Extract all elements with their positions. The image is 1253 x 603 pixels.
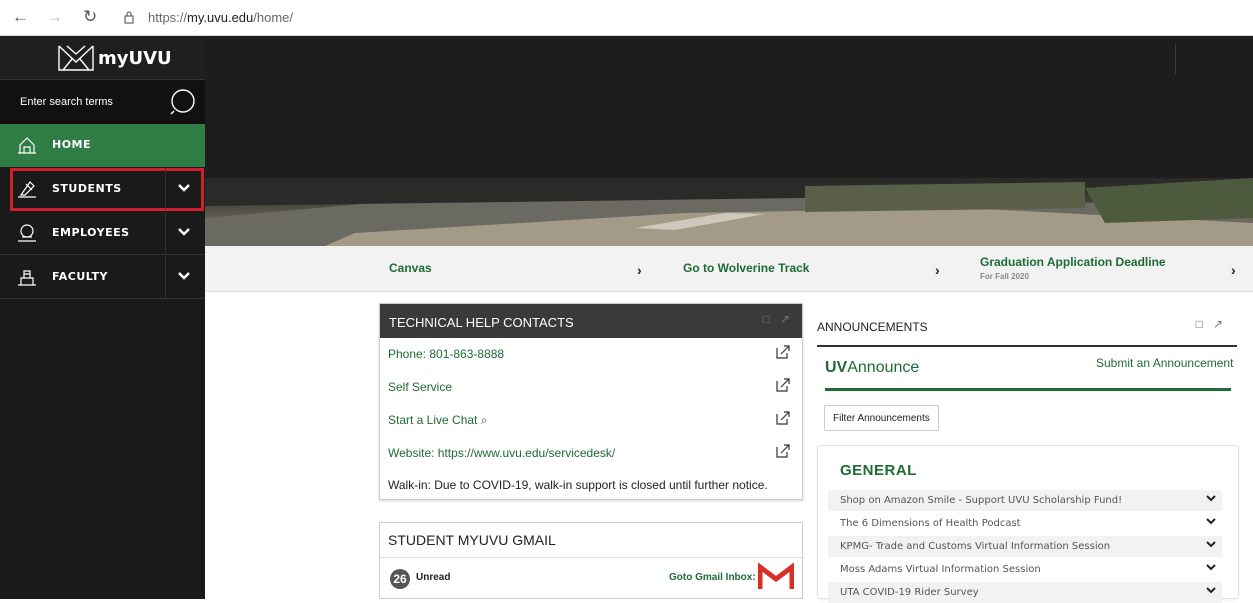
divider	[825, 388, 1231, 391]
list-item[interactable]: UTA COVID-19 Rider Survey	[828, 582, 1222, 603]
chevron-down-icon	[178, 228, 190, 236]
list-item[interactable]: The 6 Dimensions of Health Podcast	[828, 513, 1222, 534]
widget-title: TECHNICAL HELP CONTACTS	[389, 315, 574, 330]
chevron-down-icon	[1206, 518, 1216, 525]
home-icon	[18, 137, 36, 154]
unread-label: Unread	[416, 572, 451, 583]
uvannounce-logo: UVAnnounce	[825, 359, 920, 376]
sidebar-item-faculty[interactable]: FACULTY	[0, 256, 205, 299]
external-link-icon[interactable]	[776, 345, 790, 359]
widget-title: ANNOUNCEMENTS	[817, 320, 928, 334]
external-link-icon[interactable]	[776, 444, 790, 458]
expand-icon[interactable]: ↗	[1213, 317, 1223, 331]
canvas-link[interactable]: Canvas ›	[389, 246, 649, 292]
filter-announcements-button[interactable]: Filter Announcements	[824, 405, 939, 431]
search-input[interactable]	[0, 90, 160, 114]
sidebar-item-employees[interactable]: EMPLOYEES	[0, 212, 205, 255]
campus-photo	[205, 178, 1253, 246]
sidebar-item-label: FACULTY	[52, 270, 108, 283]
quick-links-bar: Canvas › Go to Wolverine Track › Graduat…	[205, 246, 1253, 292]
chevron-right-icon: ›	[637, 262, 642, 278]
browser-toolbar: ← → ↻ https://my.uvu.edu/home/	[0, 0, 1253, 36]
header-divider	[1175, 44, 1176, 74]
uvu-logo-icon	[58, 45, 94, 71]
live-chat-link[interactable]: Start a Live Chat ⌕	[388, 413, 487, 428]
sidebar-item-label: EMPLOYEES	[52, 226, 130, 239]
students-expand-button[interactable]	[165, 168, 205, 210]
logo-text: myUVU	[98, 48, 172, 69]
list-item[interactable]: Shop on Amazon Smile - Support UVU Schol…	[828, 490, 1222, 511]
widget-title: STUDENT MYUVU GMAIL	[388, 532, 556, 548]
walkin-notice: Walk-in: Due to COVID-19, walk-in suppor…	[388, 478, 768, 492]
announcements-widget: ANNOUNCEMENTS □ ↗ UVAnnounce Submit an A…	[814, 303, 1239, 603]
chevron-right-icon: ›	[935, 262, 940, 278]
list-item[interactable]: KPMG- Trade and Customs Virtual Informat…	[828, 536, 1222, 557]
sidebar-item-home[interactable]: HOME	[0, 124, 205, 167]
chevron-down-icon	[1206, 495, 1216, 502]
gmail-widget: STUDENT MYUVU GMAIL 26 Unread Goto Gmail…	[379, 522, 804, 599]
hero-banner	[205, 36, 1253, 246]
goto-gmail-link[interactable]: Goto Gmail Inbox:	[669, 572, 756, 583]
sidebar: myUVU HOME STUDENTS EMPLOYEES FACULTY	[0, 36, 205, 599]
website-link[interactable]: Website: https://www.uvu.edu/servicedesk…	[388, 446, 615, 460]
submit-announcement-link[interactable]: Submit an Announcement	[1096, 356, 1233, 370]
faculty-expand-button[interactable]	[165, 256, 205, 298]
search-icon[interactable]	[170, 88, 198, 116]
divider	[817, 345, 1237, 347]
url-text: https://my.uvu.edu/home/	[148, 10, 294, 25]
faculty-icon	[18, 270, 36, 286]
bookmark-icon[interactable]: □	[1196, 317, 1203, 331]
external-link-icon[interactable]	[776, 378, 790, 392]
chevron-down-icon	[178, 272, 190, 280]
technical-help-widget: TECHNICAL HELP CONTACTS □ ↗ Phone: 801-8…	[379, 303, 803, 500]
chevron-down-icon	[1206, 587, 1216, 594]
unread-count-badge: 26	[390, 569, 410, 589]
section-title: GENERAL	[840, 462, 917, 479]
bookmark-icon[interactable]: □	[763, 312, 770, 326]
divider	[380, 557, 804, 558]
chevron-down-icon	[1206, 541, 1216, 548]
graduation-icon	[18, 181, 36, 198]
widget-header: TECHNICAL HELP CONTACTS □ ↗	[380, 304, 802, 338]
general-announcements-card: GENERAL Shop on Amazon Smile - Support U…	[817, 445, 1239, 603]
search-bar	[0, 80, 205, 124]
chevron-right-icon: ›	[1231, 262, 1236, 278]
graduation-deadline-link[interactable]: Graduation Application Deadline For Fall…	[980, 246, 1242, 292]
sidebar-item-students[interactable]: STUDENTS	[10, 168, 204, 211]
chevron-down-icon	[178, 184, 190, 192]
chevron-down-icon	[1206, 564, 1216, 571]
forward-button[interactable]: →	[46, 8, 63, 26]
employees-icon	[18, 224, 36, 242]
gmail-icon[interactable]	[758, 561, 794, 591]
reload-button[interactable]: ↻	[83, 8, 97, 26]
sidebar-item-label: HOME	[52, 138, 92, 151]
self-service-link[interactable]: Self Service	[388, 380, 452, 394]
sidebar-item-label: STUDENTS	[52, 182, 122, 195]
back-button[interactable]: ←	[12, 8, 29, 26]
wolverine-track-link[interactable]: Go to Wolverine Track ›	[683, 246, 949, 292]
external-link-icon[interactable]	[776, 411, 790, 425]
expand-icon[interactable]: ↗	[780, 312, 790, 326]
list-item[interactable]: Moss Adams Virtual Information Session	[828, 559, 1222, 580]
phone-link[interactable]: Phone: 801-863-8888	[388, 347, 504, 361]
employees-expand-button[interactable]	[165, 212, 205, 254]
logo[interactable]: myUVU	[0, 36, 205, 80]
